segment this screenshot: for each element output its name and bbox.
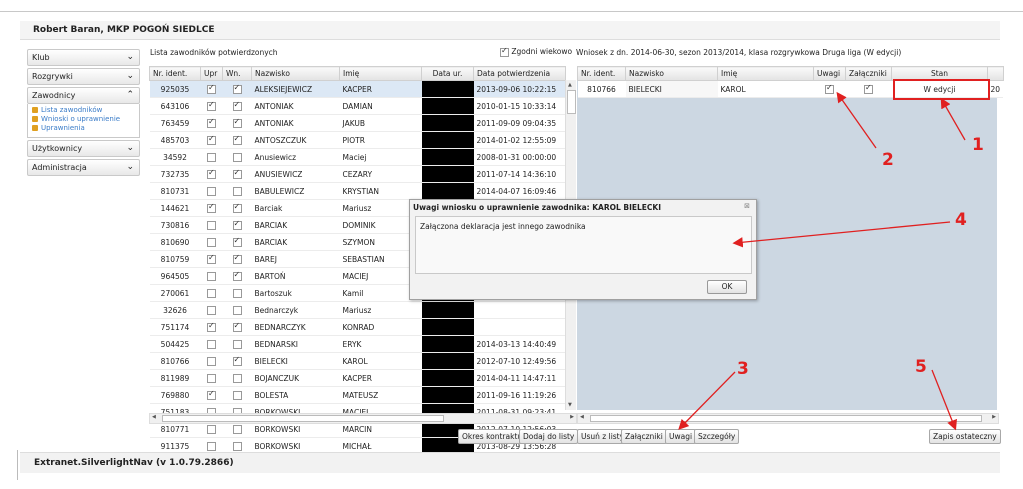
annotation-number-3: 3 — [737, 359, 749, 379]
annotation-arrow-2 — [836, 91, 877, 149]
annotation-overlay: 1 2 3 4 5 — [678, 91, 984, 431]
annotation-arrow-3 — [678, 371, 736, 430]
annotation-number-5: 5 — [915, 357, 927, 377]
annotation-arrow-5 — [931, 369, 957, 431]
annotation-arrow-1 — [940, 97, 966, 141]
annotation-number-2: 2 — [882, 150, 894, 170]
annotation-number-1: 1 — [972, 135, 984, 155]
annotation-arrow-4 — [732, 221, 951, 248]
annotation-number-4: 4 — [955, 210, 967, 230]
